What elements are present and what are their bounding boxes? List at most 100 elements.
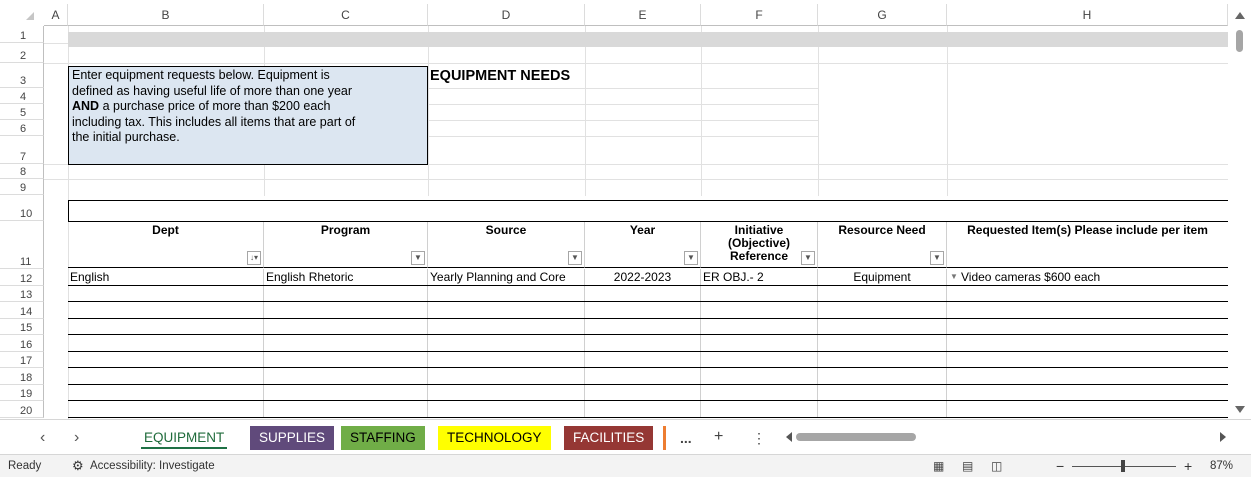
header-program-label: Program [320,223,371,237]
note-line-1: Enter equipment requests below. Equipmen… [72,68,330,82]
tab-partial-hidden[interactable] [663,426,671,450]
vertical-scrollbar[interactable] [1228,4,1251,419]
status-ready: Ready [8,460,42,472]
row-header-8[interactable]: 8 [0,164,44,179]
row-header-3[interactable]: 3 [0,63,44,88]
row-header-10[interactable]: 10 [0,195,44,221]
column-header-e[interactable]: E [585,4,701,26]
row-header-5[interactable]: 5 [0,104,44,120]
row-header-18[interactable]: 18 [0,368,44,385]
table-row[interactable] [68,335,1228,352]
accessibility-icon[interactable]: ⚙ [72,458,84,474]
row-header-13[interactable]: 13 [0,285,44,302]
cell-resource[interactable]: Equipment [818,269,947,285]
row-header-4[interactable]: 4 [0,88,44,104]
tab-equipment[interactable]: EQUIPMENT [135,426,234,450]
row-header-19[interactable]: 19 [0,384,44,401]
zoom-slider-thumb[interactable] [1121,460,1125,472]
cell-source[interactable]: Yearly Planning and Core [428,269,585,285]
row-header-15[interactable]: 15 [0,318,44,335]
page-layout-view-icon[interactable]: ▤ [962,460,976,472]
row-header-20[interactable]: 20 [0,401,44,418]
horizontal-scroll-thumb[interactable] [796,433,916,441]
note-line-5: the initial purchase. [72,130,180,145]
table-header-band [68,200,1228,222]
cell-initiative[interactable]: ER OBJ.- 2 [701,269,818,285]
cell-year[interactable]: 2022-2023 [585,269,701,285]
column-header-c[interactable]: C [264,4,428,26]
row-header-6[interactable]: 6 [0,120,44,136]
zoom-level[interactable]: 87% [1210,460,1233,472]
table-row[interactable]: English English Rhetoric Yearly Planning… [68,269,1228,286]
table-row[interactable] [68,368,1228,385]
sort-filter-icon[interactable]: ↓▾ [247,251,261,265]
tab-supplies[interactable]: SUPPLIES [250,426,335,450]
header-resource-need[interactable]: Resource Need ▼ [818,222,947,268]
filter-dropdown-icon[interactable]: ▼ [801,251,815,265]
row-header-11[interactable]: 11 [0,221,44,269]
row-header-14[interactable]: 14 [0,302,44,319]
column-header-a[interactable]: A [44,4,68,26]
header-source[interactable]: Source ▼ [428,222,585,268]
cell-program[interactable]: English Rhetoric [264,269,428,285]
header-program[interactable]: Program ▼ [264,222,428,268]
cell-dept[interactable]: English [68,269,264,285]
header-resource-label: Resource Need [838,223,926,237]
column-header-g[interactable]: G [818,4,947,26]
note-line-4: including tax. This includes all items t… [72,114,356,129]
cell-requested[interactable]: Video cameras $600 each [947,269,1228,285]
row-header-17[interactable]: 17 [0,351,44,368]
normal-view-icon[interactable]: ▦ [933,460,947,472]
header-initiative[interactable]: Initiative (Objective) Reference ▼ [701,222,818,268]
scroll-right-icon[interactable] [1220,432,1226,442]
tab-technology[interactable]: TECHNOLOGY [438,426,551,450]
column-header-f[interactable]: F [701,4,818,26]
accessibility-status[interactable]: Accessibility: Investigate [90,460,215,472]
tab-staffing[interactable]: STAFFING [341,426,425,450]
header-year[interactable]: Year ▼ [585,222,701,268]
note-line-3-rest: a purchase price of more than $200 each [99,99,331,114]
select-all-corner[interactable] [0,4,44,26]
filter-dropdown-icon[interactable]: ▼ [411,251,425,265]
header-requested-items[interactable]: Requested Item(s) Please include per ite… [947,222,1228,268]
scroll-down-icon[interactable] [1235,406,1245,413]
header-dept-label: Dept [152,223,179,237]
header-dept[interactable]: Dept ↓▾ [68,222,264,268]
row-header-2[interactable]: 2 [0,43,44,63]
table-row[interactable] [68,351,1228,368]
column-header-bar: A B C D E F G H [0,4,1251,26]
table-row[interactable] [68,384,1228,401]
instructions-textbox[interactable]: Enter equipment requests below. Equipmen… [68,66,428,165]
filter-dropdown-icon[interactable]: ▼ [568,251,582,265]
prev-sheet-icon[interactable]: ‹ [40,429,45,447]
scroll-up-icon[interactable] [1235,12,1245,19]
row-header-16[interactable]: 16 [0,335,44,352]
column-header-h[interactable]: H [947,4,1228,26]
column-header-b[interactable]: B [68,4,264,26]
filter-dropdown-icon[interactable]: ▼ [930,251,944,265]
zoom-in-button[interactable]: + [1184,458,1192,474]
row-header-12[interactable]: 12 [0,269,44,286]
vertical-scroll-thumb[interactable] [1236,30,1243,52]
add-sheet-button[interactable]: + [714,428,723,446]
column-header-d[interactable]: D [428,4,585,26]
row-header-1[interactable]: 1 [0,26,44,43]
zoom-out-button[interactable]: − [1056,458,1064,474]
scroll-left-icon[interactable] [786,432,792,442]
worksheet-grid[interactable]: Enter equipment requests below. Equipmen… [44,26,1228,419]
table-row[interactable] [68,318,1228,335]
row-header-9[interactable]: 9 [0,179,44,195]
more-sheets-button[interactable]: ... [680,430,692,446]
filter-dropdown-icon[interactable]: ▼ [684,251,698,265]
table-row[interactable] [68,302,1228,319]
tab-facilities[interactable]: FACILITIES [564,426,654,450]
row-header-7[interactable]: 7 [0,136,44,164]
next-sheet-icon[interactable]: › [74,429,79,447]
tab-options-icon[interactable]: ⋮ [752,430,766,447]
horizontal-scrollbar[interactable] [786,432,1226,442]
page-break-view-icon[interactable]: ◫ [991,460,1005,472]
list-dropdown-icon[interactable]: ▼ [950,272,958,281]
table-row[interactable] [68,285,1228,302]
table-row[interactable] [68,401,1228,418]
note-line-3: AND a purchase price of more than $200 e… [72,99,424,115]
